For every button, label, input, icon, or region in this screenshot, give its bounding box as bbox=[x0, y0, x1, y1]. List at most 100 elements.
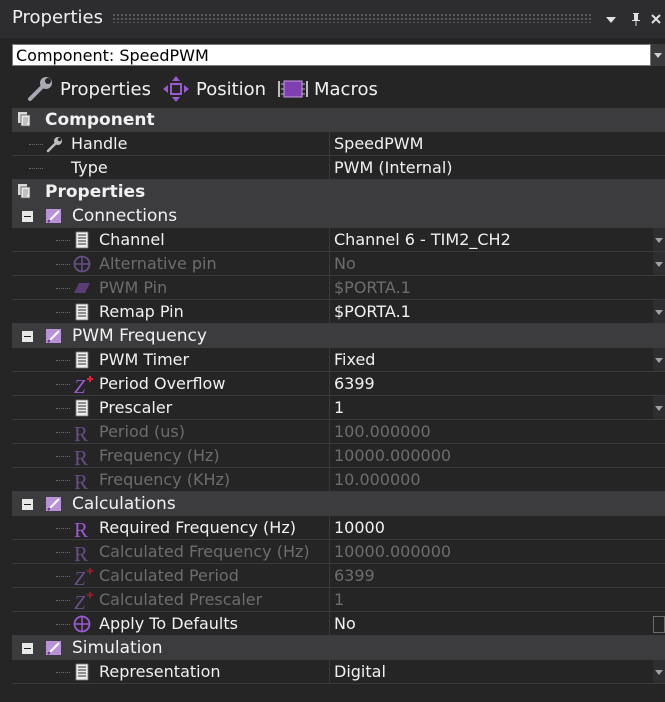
row-remap-pin-label: Remap Pin bbox=[99, 302, 184, 321]
wrench-icon bbox=[46, 135, 64, 153]
wrench-icon bbox=[26, 75, 56, 103]
row-representation-value[interactable]: Digital bbox=[334, 661, 386, 683]
svg-text:R: R bbox=[74, 447, 88, 467]
row-frequency-khz-label: Frequency (KHz) bbox=[99, 470, 231, 489]
row-type-label: Type bbox=[71, 158, 108, 177]
tab-macros[interactable]: Macros bbox=[276, 74, 378, 104]
collapse-toggle[interactable] bbox=[22, 331, 33, 342]
row-apply-to-defaults[interactable]: Apply To Defaults No bbox=[12, 612, 665, 636]
real-r-icon: R bbox=[73, 470, 91, 494]
row-alternative-pin-label: Alternative pin bbox=[99, 254, 217, 273]
row-apply-to-defaults-value[interactable]: No bbox=[334, 613, 356, 635]
row-pwm-pin[interactable]: PWM Pin $PORTA.1 bbox=[12, 276, 665, 300]
row-calculated-period-label: Calculated Period bbox=[99, 566, 239, 585]
svg-text:Z: Z bbox=[74, 568, 86, 587]
channel-dropdown[interactable] bbox=[653, 228, 665, 251]
close-icon[interactable] bbox=[647, 9, 665, 29]
svg-text:Z: Z bbox=[74, 376, 86, 395]
row-prescaler-value[interactable]: 1 bbox=[334, 397, 344, 419]
row-channel-value[interactable]: Channel 6 - TIM2_CH2 bbox=[334, 229, 511, 251]
integer-z-icon: Z bbox=[73, 375, 93, 398]
properties-panel: Properties Component: SpeedPWM Propertie… bbox=[0, 0, 665, 702]
row-calculated-prescaler[interactable]: Z Calculated Prescaler 1 bbox=[12, 588, 665, 614]
row-frequency-hz[interactable]: R Frequency (Hz) 10000.000000 bbox=[12, 444, 665, 470]
macro-chip-icon bbox=[276, 75, 310, 103]
list-icon bbox=[73, 399, 91, 417]
svg-text:R: R bbox=[74, 543, 88, 563]
pwm-timer-dropdown[interactable] bbox=[653, 348, 665, 371]
row-period-us-label: Period (us) bbox=[99, 422, 185, 441]
row-pwm-timer[interactable]: PWM Timer Fixed bbox=[12, 348, 665, 372]
tab-bar: Properties Position Macros bbox=[0, 70, 665, 106]
row-channel-label: Channel bbox=[99, 230, 165, 249]
row-pwm-pin-label: PWM Pin bbox=[99, 278, 168, 297]
row-alternative-pin-value: No bbox=[334, 254, 356, 273]
representation-dropdown[interactable] bbox=[653, 660, 665, 683]
row-prescaler[interactable]: Prescaler 1 bbox=[12, 396, 665, 420]
collapse-toggle[interactable] bbox=[22, 499, 33, 510]
pin-icon[interactable] bbox=[627, 9, 645, 29]
chevron-down-icon[interactable] bbox=[602, 9, 620, 29]
row-representation-label: Representation bbox=[99, 662, 221, 681]
group-pwm-frequency-title: PWM Frequency bbox=[72, 326, 207, 346]
row-remap-pin[interactable]: Remap Pin $PORTA.1 bbox=[12, 300, 665, 324]
list-icon bbox=[73, 303, 91, 321]
row-calculated-frequency-label: Calculated Frequency (Hz) bbox=[99, 542, 310, 561]
folder-edit-icon bbox=[45, 327, 63, 345]
row-pwm-timer-value[interactable]: Fixed bbox=[334, 349, 375, 371]
group-connections-title: Connections bbox=[72, 206, 178, 226]
group-component[interactable]: Component bbox=[12, 108, 665, 132]
row-handle-label: Handle bbox=[71, 134, 128, 153]
list-icon bbox=[73, 351, 91, 369]
tab-properties-label: Properties bbox=[60, 78, 151, 100]
row-frequency-khz[interactable]: R Frequency (KHz) 10.000000 bbox=[12, 468, 665, 494]
group-properties[interactable]: Properties bbox=[12, 180, 665, 204]
row-calculated-prescaler-label: Calculated Prescaler bbox=[99, 590, 263, 609]
prescaler-dropdown[interactable] bbox=[653, 396, 665, 419]
apply-defaults-toggle[interactable] bbox=[653, 616, 665, 633]
tab-properties[interactable]: Properties bbox=[26, 74, 151, 104]
row-period-overflow[interactable]: Z Period Overflow 6399 bbox=[12, 372, 665, 398]
row-prescaler-label: Prescaler bbox=[99, 398, 173, 417]
real-r-icon: R bbox=[73, 518, 91, 542]
row-period-us[interactable]: R Period (us) 100.000000 bbox=[12, 420, 665, 446]
component-selector-value: Component: SpeedPWM bbox=[16, 46, 209, 65]
group-simulation[interactable]: Simulation bbox=[12, 636, 665, 660]
svg-text:Z: Z bbox=[74, 592, 86, 611]
row-type-value: PWM (Internal) bbox=[334, 158, 453, 177]
list-icon bbox=[73, 231, 91, 249]
row-handle-value[interactable]: SpeedPWM bbox=[334, 133, 423, 155]
row-representation[interactable]: Representation Digital bbox=[12, 660, 665, 684]
group-pwm-frequency[interactable]: PWM Frequency bbox=[12, 324, 665, 348]
row-period-us-value: 100.000000 bbox=[334, 422, 431, 441]
real-r-icon: R bbox=[73, 542, 91, 566]
row-remap-pin-value[interactable]: $PORTA.1 bbox=[334, 301, 411, 323]
row-channel[interactable]: Channel Channel 6 - TIM2_CH2 bbox=[12, 228, 665, 252]
parallelogram-icon bbox=[73, 279, 91, 297]
group-properties-title: Properties bbox=[45, 182, 146, 202]
row-handle[interactable]: Handle SpeedPWM bbox=[12, 132, 665, 156]
row-required-frequency-value[interactable]: 10000 bbox=[334, 517, 385, 539]
row-calculated-frequency[interactable]: R Calculated Frequency (Hz) 10000.000000 bbox=[12, 540, 665, 566]
drag-grip[interactable] bbox=[112, 13, 592, 23]
tab-position-label: Position bbox=[196, 78, 267, 100]
remap-pin-dropdown[interactable] bbox=[653, 300, 665, 323]
row-alternative-pin[interactable]: Alternative pin No bbox=[12, 252, 665, 276]
list-icon bbox=[73, 663, 91, 681]
property-grid: Component Handle SpeedPWM Type PWM (Inte… bbox=[12, 108, 665, 688]
group-calculations[interactable]: Calculations bbox=[12, 492, 665, 516]
row-type[interactable]: Type PWM (Internal) bbox=[12, 156, 665, 180]
component-selector[interactable]: Component: SpeedPWM bbox=[12, 44, 651, 66]
row-required-frequency[interactable]: R Required Frequency (Hz) 10000 bbox=[12, 516, 665, 542]
row-pwm-pin-value: $PORTA.1 bbox=[334, 278, 411, 297]
tab-position[interactable]: Position bbox=[160, 74, 266, 104]
component-selector-dropdown[interactable] bbox=[651, 44, 665, 66]
row-calculated-period[interactable]: Z Calculated Period 6399 bbox=[12, 564, 665, 590]
alternative-pin-dropdown[interactable] bbox=[653, 252, 665, 275]
group-connections[interactable]: Connections bbox=[12, 204, 665, 228]
properties-stack-icon bbox=[17, 183, 35, 201]
row-period-overflow-value[interactable]: 6399 bbox=[334, 373, 375, 395]
collapse-toggle[interactable] bbox=[22, 643, 33, 654]
collapse-toggle[interactable] bbox=[22, 211, 33, 222]
row-required-frequency-label: Required Frequency (Hz) bbox=[99, 518, 296, 537]
